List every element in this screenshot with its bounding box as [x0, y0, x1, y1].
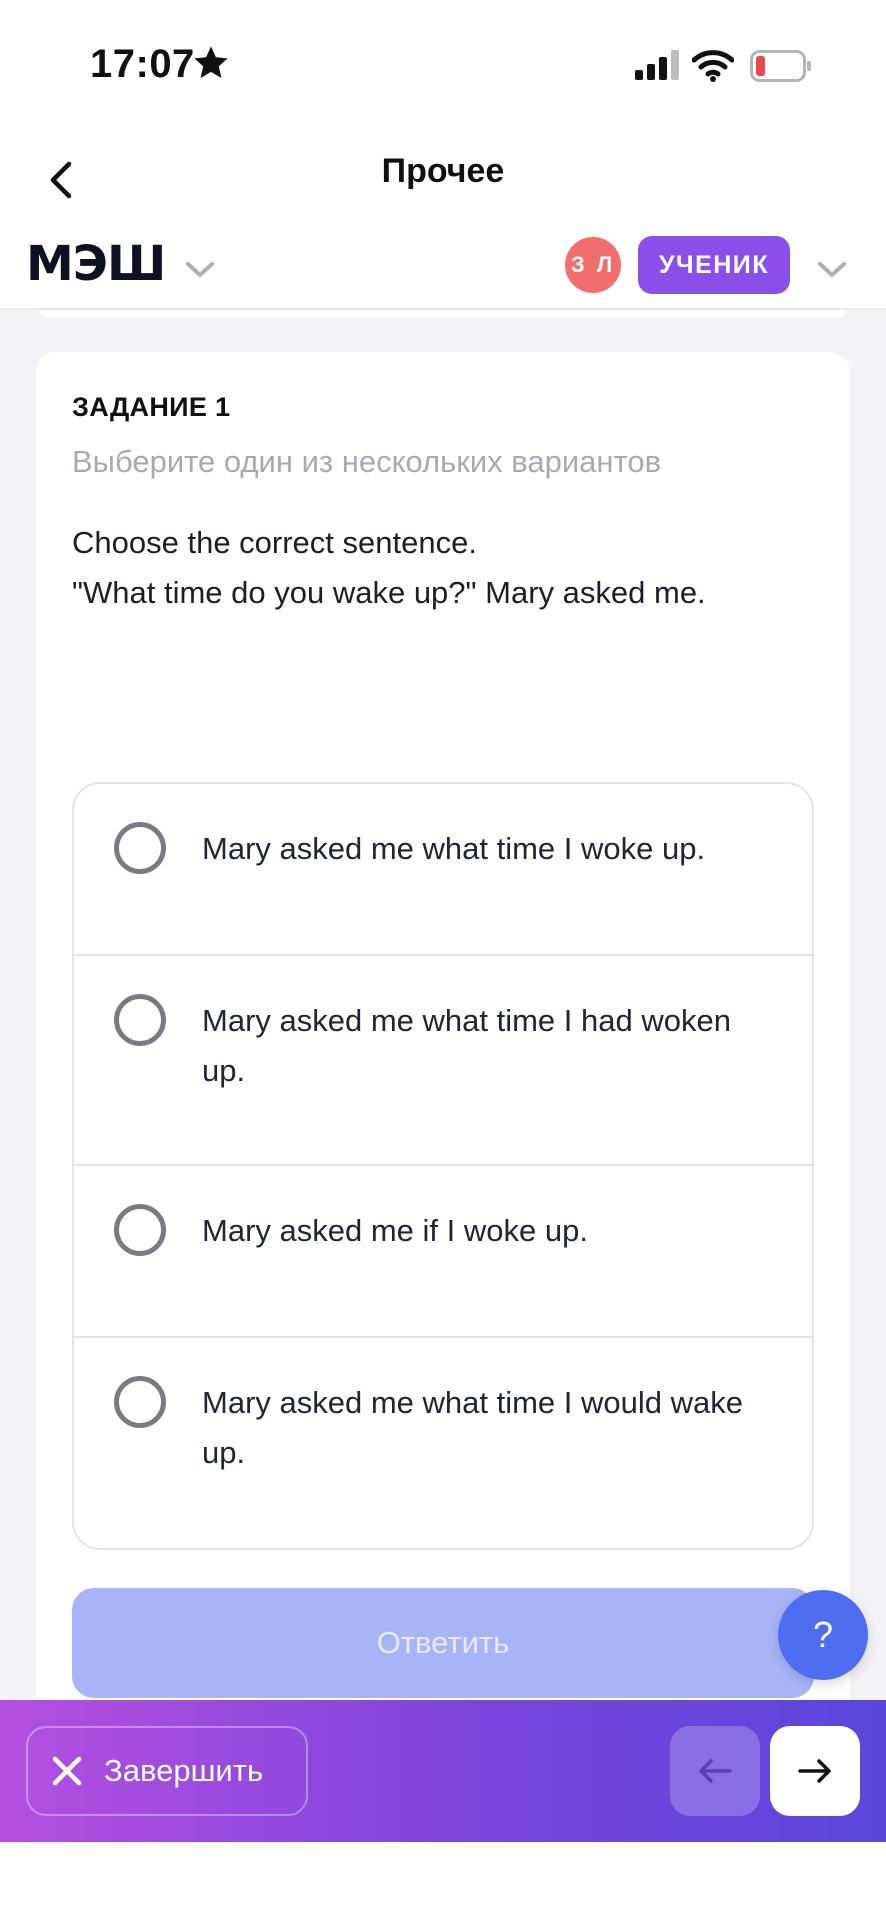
nav-header: Прочее [0, 130, 886, 230]
question-line: Choose the correct sentence. [72, 525, 477, 560]
answer-option[interactable]: Mary asked me if I woke up. [74, 1166, 812, 1338]
chevron-down-icon[interactable] [814, 254, 850, 284]
finish-button[interactable]: Завершить [26, 1726, 308, 1816]
radio-button[interactable] [114, 1376, 166, 1428]
main-content: ЗАДАНИЕ 1 Выберите один из нескольких ва… [0, 310, 886, 1752]
previous-card-edge [40, 310, 846, 318]
option-label: Mary asked me what time I had woken up. [202, 1003, 731, 1088]
answer-option[interactable]: Mary asked me what time I had woken up. [74, 956, 812, 1166]
app-logo[interactable]: МЭШ [26, 236, 166, 292]
arrow-left-icon [699, 1759, 732, 1783]
status-time: 17:07 [90, 42, 195, 86]
radio-button[interactable] [114, 822, 166, 874]
answer-option[interactable]: Mary asked me what time I woke up. [74, 784, 812, 956]
wifi-icon [692, 50, 734, 82]
help-button[interactable]: ? [778, 1590, 868, 1680]
option-label: Mary asked me what time I woke up. [202, 831, 706, 866]
close-icon [52, 1756, 82, 1786]
finish-label: Завершить [104, 1753, 264, 1788]
bottom-toolbar: Завершить [0, 1700, 886, 1842]
previous-task-button[interactable] [670, 1726, 760, 1816]
chevron-down-icon[interactable] [182, 254, 218, 284]
answer-button[interactable]: Ответить [72, 1588, 814, 1698]
avatar[interactable]: З Л [565, 237, 621, 293]
answer-options: Mary asked me what time I woke up. Mary … [72, 782, 814, 1550]
battery-low-icon [750, 50, 811, 82]
task-card: ЗАДАНИЕ 1 Выберите один из нескольких ва… [36, 352, 850, 1752]
option-label: Mary asked me what time I would wake up. [202, 1385, 743, 1470]
answer-option[interactable]: Mary asked me what time I would wake up. [74, 1338, 812, 1548]
app-header: МЭШ З Л УЧЕНИК [0, 230, 886, 310]
arrow-right-icon [798, 1759, 831, 1783]
option-label: Mary asked me if I woke up. [202, 1213, 588, 1248]
status-bar: 17:07 [0, 0, 886, 130]
radio-button[interactable] [114, 1204, 166, 1256]
question-line: "What time do you wake up?" Mary asked m… [72, 575, 706, 610]
next-task-button[interactable] [770, 1726, 860, 1816]
page-title: Прочее [381, 152, 505, 190]
star-icon [194, 46, 228, 79]
radio-button[interactable] [114, 994, 166, 1046]
task-question: Choose the correct sentence. "What time … [72, 518, 812, 618]
task-hint: Выберите один из нескольких вариантов [72, 444, 662, 479]
task-number: ЗАДАНИЕ 1 [72, 392, 231, 422]
home-indicator-area [0, 1842, 886, 1920]
role-badge[interactable]: УЧЕНИК [638, 236, 790, 294]
cellular-signal-icon [635, 50, 679, 80]
